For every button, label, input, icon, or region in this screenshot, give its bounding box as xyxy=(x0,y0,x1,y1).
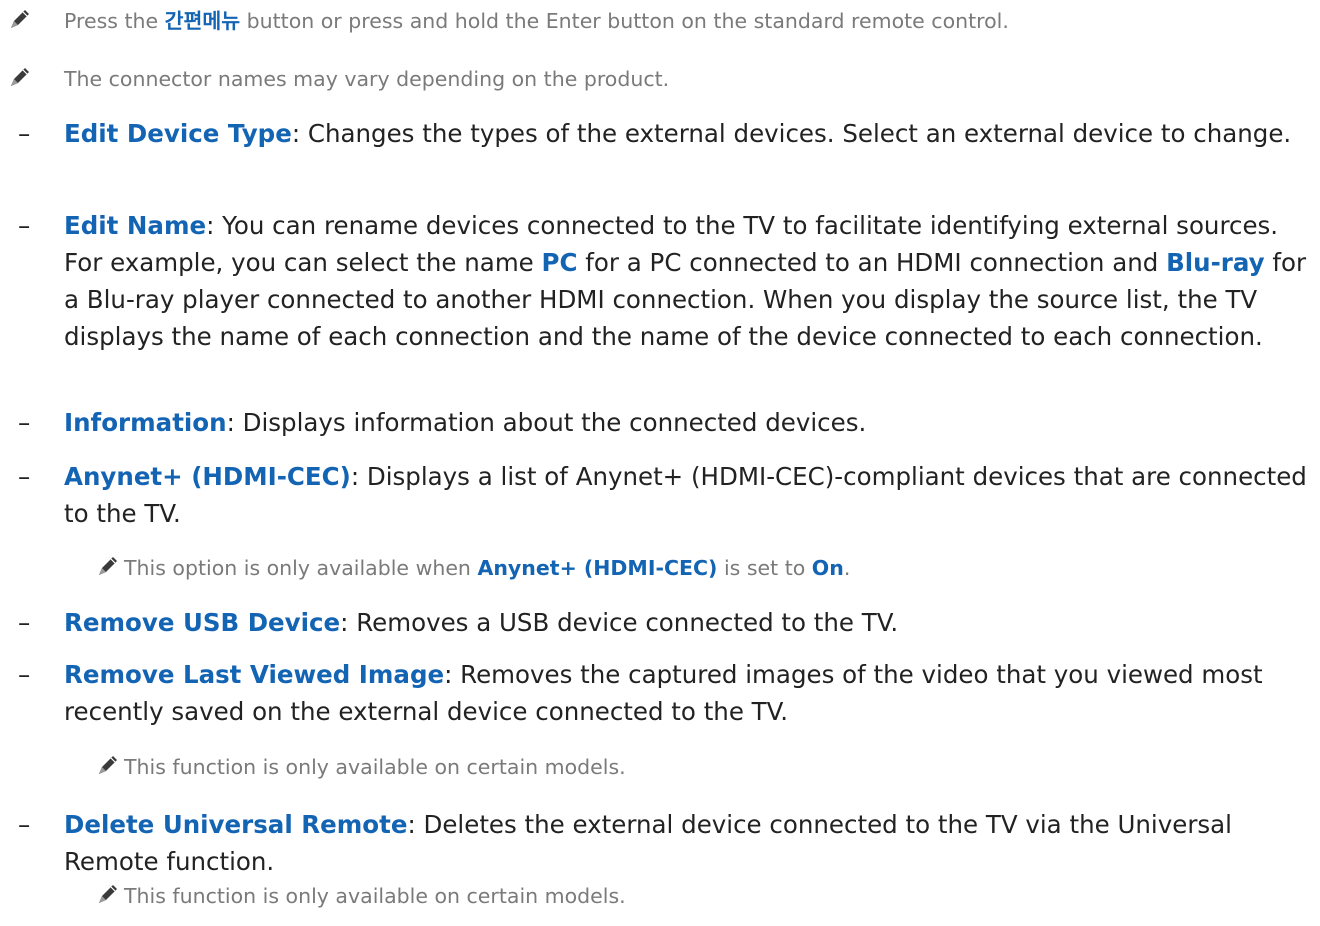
item-text: Delete Universal Remote: Deletes the ext… xyxy=(64,810,1232,876)
list-item-edit-name: – Edit Name: You can rename devices conn… xyxy=(18,207,1308,355)
menu-button-term: 간편메뉴 xyxy=(164,9,241,33)
item-text: Edit Name: You can rename devices connec… xyxy=(64,211,1307,351)
list-item-remove-last-viewed: – Remove Last Viewed Image: Removes the … xyxy=(18,656,1308,730)
list-item-anynet: – Anynet+ (HDMI-CEC): Displays a list of… xyxy=(18,458,1308,532)
note-text: This function is only available on certa… xyxy=(124,755,626,779)
note-text: Press the 간편메뉴 button or press and hold … xyxy=(64,9,1009,33)
note-certain-models: This function is only available on certa… xyxy=(96,752,626,782)
pencil-icon xyxy=(99,756,117,774)
term-anynet: Anynet+ (HDMI-CEC) xyxy=(64,462,351,491)
item-text: Anynet+ (HDMI-CEC): Displays a list of A… xyxy=(64,462,1307,528)
list-item-delete-universal-remote: – Delete Universal Remote: Deletes the e… xyxy=(18,806,1308,880)
term-anynet-note: Anynet+ (HDMI-CEC) xyxy=(477,556,718,580)
note-text: This option is only available when Anyne… xyxy=(124,556,851,580)
item-text: Remove Last Viewed Image: Removes the ca… xyxy=(64,660,1263,726)
dash-marker: – xyxy=(18,810,31,839)
term-on: On xyxy=(811,556,844,580)
list-item-information: – Information: Displays information abou… xyxy=(18,404,1308,441)
item-text: Edit Device Type: Changes the types of t… xyxy=(64,119,1292,148)
pencil-icon xyxy=(99,885,117,903)
manual-page: Press the 간편메뉴 button or press and hold … xyxy=(0,0,1320,926)
dash-marker: – xyxy=(18,408,31,437)
item-text: Information: Displays information about … xyxy=(64,408,867,437)
pencil-icon xyxy=(11,68,29,86)
dash-marker: – xyxy=(18,462,31,491)
item-text: Remove USB Device: Removes a USB device … xyxy=(64,608,899,637)
pencil-icon xyxy=(11,10,29,28)
note-menu-button: Press the 간편메뉴 button or press and hold … xyxy=(8,6,1009,36)
pencil-icon xyxy=(99,557,117,575)
term-edit-device-type: Edit Device Type xyxy=(64,119,292,148)
term-information: Information xyxy=(64,408,227,437)
note-certain-models-2: This function is only available on certa… xyxy=(96,881,626,911)
term-edit-name: Edit Name xyxy=(64,211,207,240)
list-item-edit-device-type: – Edit Device Type: Changes the types of… xyxy=(18,115,1308,152)
note-text: This function is only available on certa… xyxy=(124,884,626,908)
note-anynet-availability: This option is only available when Anyne… xyxy=(96,553,850,583)
dash-marker: – xyxy=(18,119,31,148)
note-connector-names: The connector names may vary depending o… xyxy=(8,64,669,94)
term-remove-usb: Remove USB Device xyxy=(64,608,341,637)
dash-marker: – xyxy=(18,660,31,689)
list-item-remove-usb: – Remove USB Device: Removes a USB devic… xyxy=(18,604,1308,641)
term-remove-last-viewed: Remove Last Viewed Image xyxy=(64,660,445,689)
term-delete-universal-remote: Delete Universal Remote xyxy=(64,810,408,839)
term-bluray: Blu-ray xyxy=(1166,248,1265,277)
dash-marker: – xyxy=(18,211,31,240)
term-pc: PC xyxy=(541,248,578,277)
dash-marker: – xyxy=(18,608,31,637)
note-text: The connector names may vary depending o… xyxy=(64,67,670,91)
